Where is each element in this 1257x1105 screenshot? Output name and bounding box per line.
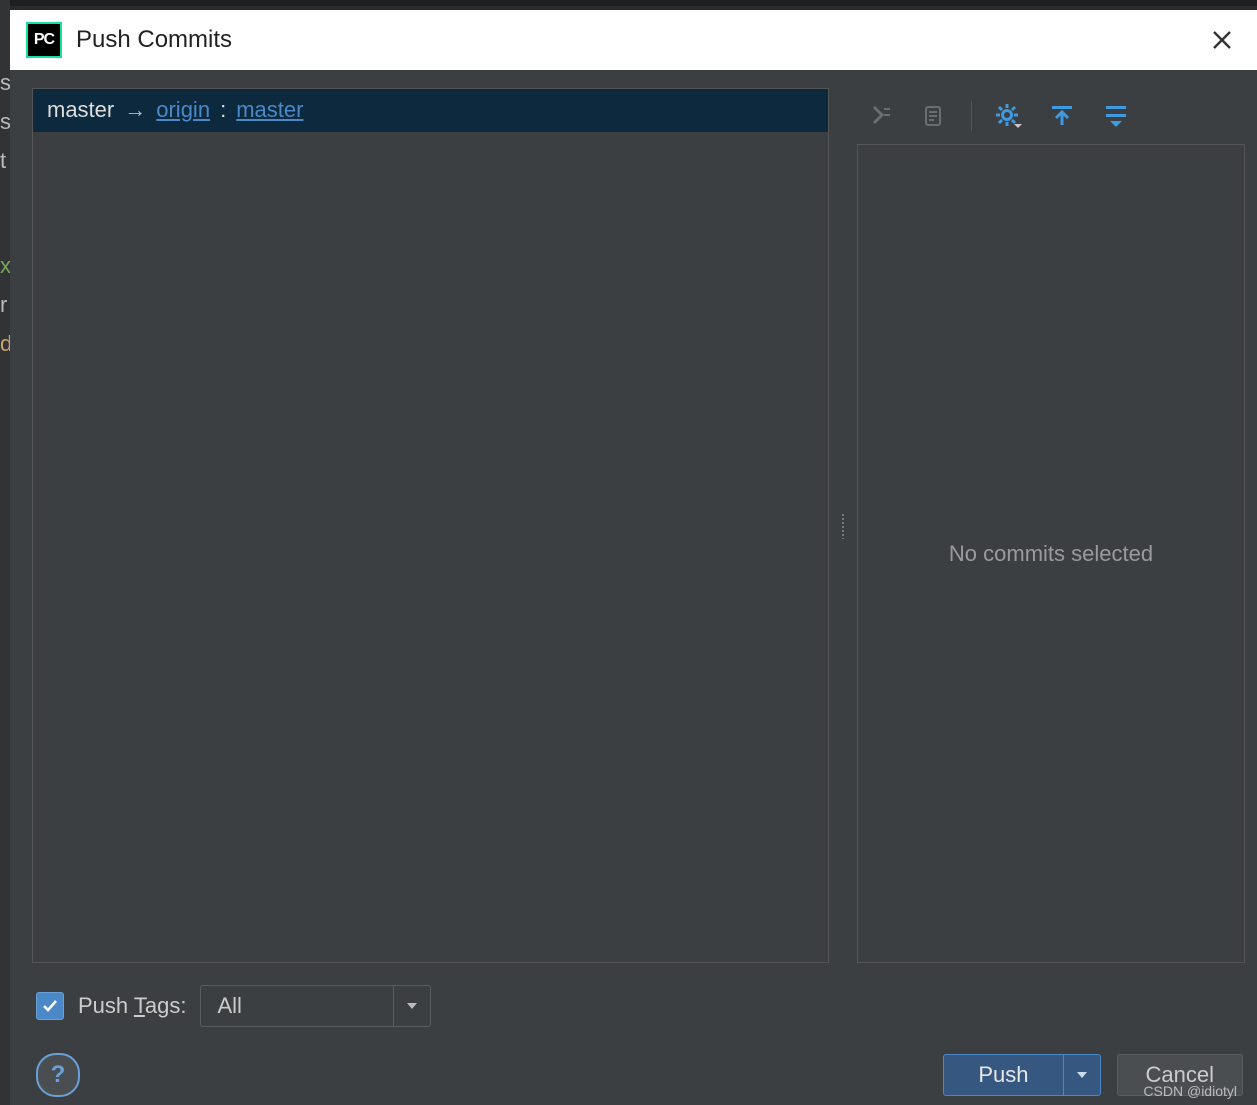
dialog-title: Push Commits	[76, 26, 232, 54]
pycharm-logo-icon: PC	[26, 22, 62, 58]
cancel-button[interactable]: Cancel	[1117, 1054, 1243, 1096]
remote-name-link[interactable]: origin	[156, 97, 210, 123]
label-prefix: Push	[78, 993, 134, 1018]
commits-column: master → origin : master	[32, 88, 829, 963]
help-button[interactable]: ?	[36, 1053, 80, 1097]
collapse-top-icon	[1049, 103, 1075, 129]
close-button[interactable]	[1203, 25, 1241, 55]
splitter-handle[interactable]	[839, 88, 847, 963]
check-icon	[41, 997, 59, 1015]
push-dropdown-arrow[interactable]	[1063, 1055, 1100, 1095]
commits-tree[interactable]: master → origin : master	[32, 88, 829, 963]
push-commits-dialog: PC Push Commits master → origin : master	[10, 10, 1257, 1105]
backdrop-left: s s t x r d	[0, 0, 10, 1105]
collapse-bottom-button[interactable]	[1098, 98, 1134, 134]
preview-placeholder: No commits selected	[949, 541, 1153, 567]
chevron-down-icon	[405, 999, 419, 1013]
label-mnemonic: T	[134, 993, 145, 1018]
arrow-icon: →	[124, 97, 146, 123]
gear-icon	[994, 102, 1022, 130]
titlebar: PC Push Commits	[10, 10, 1257, 70]
branch-mapping-row[interactable]: master → origin : master	[33, 89, 828, 132]
columns: master → origin : master	[32, 88, 1245, 963]
select-arrow-button[interactable]	[393, 986, 430, 1026]
push-tags-label: Push Tags:	[78, 993, 186, 1019]
next-diff-icon	[922, 103, 948, 129]
backdrop-top	[0, 0, 1257, 6]
collapse-top-button[interactable]	[1044, 98, 1080, 134]
toolbar-separator	[971, 101, 972, 131]
grip-icon	[841, 513, 845, 539]
collapse-bottom-icon	[1103, 103, 1129, 129]
preview-column: No commits selected	[857, 88, 1245, 963]
prev-diff-icon	[868, 103, 894, 129]
buttons-row: ? Push Cancel	[32, 1035, 1245, 1097]
diff-settings-button[interactable]	[990, 98, 1026, 134]
push-tags-checkbox[interactable]	[36, 992, 64, 1020]
close-icon	[1211, 29, 1233, 51]
prev-diff-button	[863, 98, 899, 134]
local-branch-label: master	[47, 97, 114, 123]
push-tags-select[interactable]: All	[200, 985, 431, 1027]
push-split-button[interactable]: Push	[943, 1054, 1100, 1096]
push-tags-row: Push Tags: All	[32, 963, 1245, 1035]
preview-toolbar	[857, 88, 1245, 144]
dialog-body: master → origin : master	[10, 70, 1257, 1105]
push-button-label: Push	[944, 1062, 1062, 1088]
chevron-down-icon	[1076, 1069, 1088, 1081]
diff-preview-panel: No commits selected	[857, 144, 1245, 963]
label-suffix: ags:	[145, 993, 187, 1018]
next-diff-button	[917, 98, 953, 134]
separator-label: :	[220, 97, 226, 123]
remote-branch-link[interactable]: master	[236, 97, 303, 123]
push-tags-selected: All	[201, 993, 393, 1019]
